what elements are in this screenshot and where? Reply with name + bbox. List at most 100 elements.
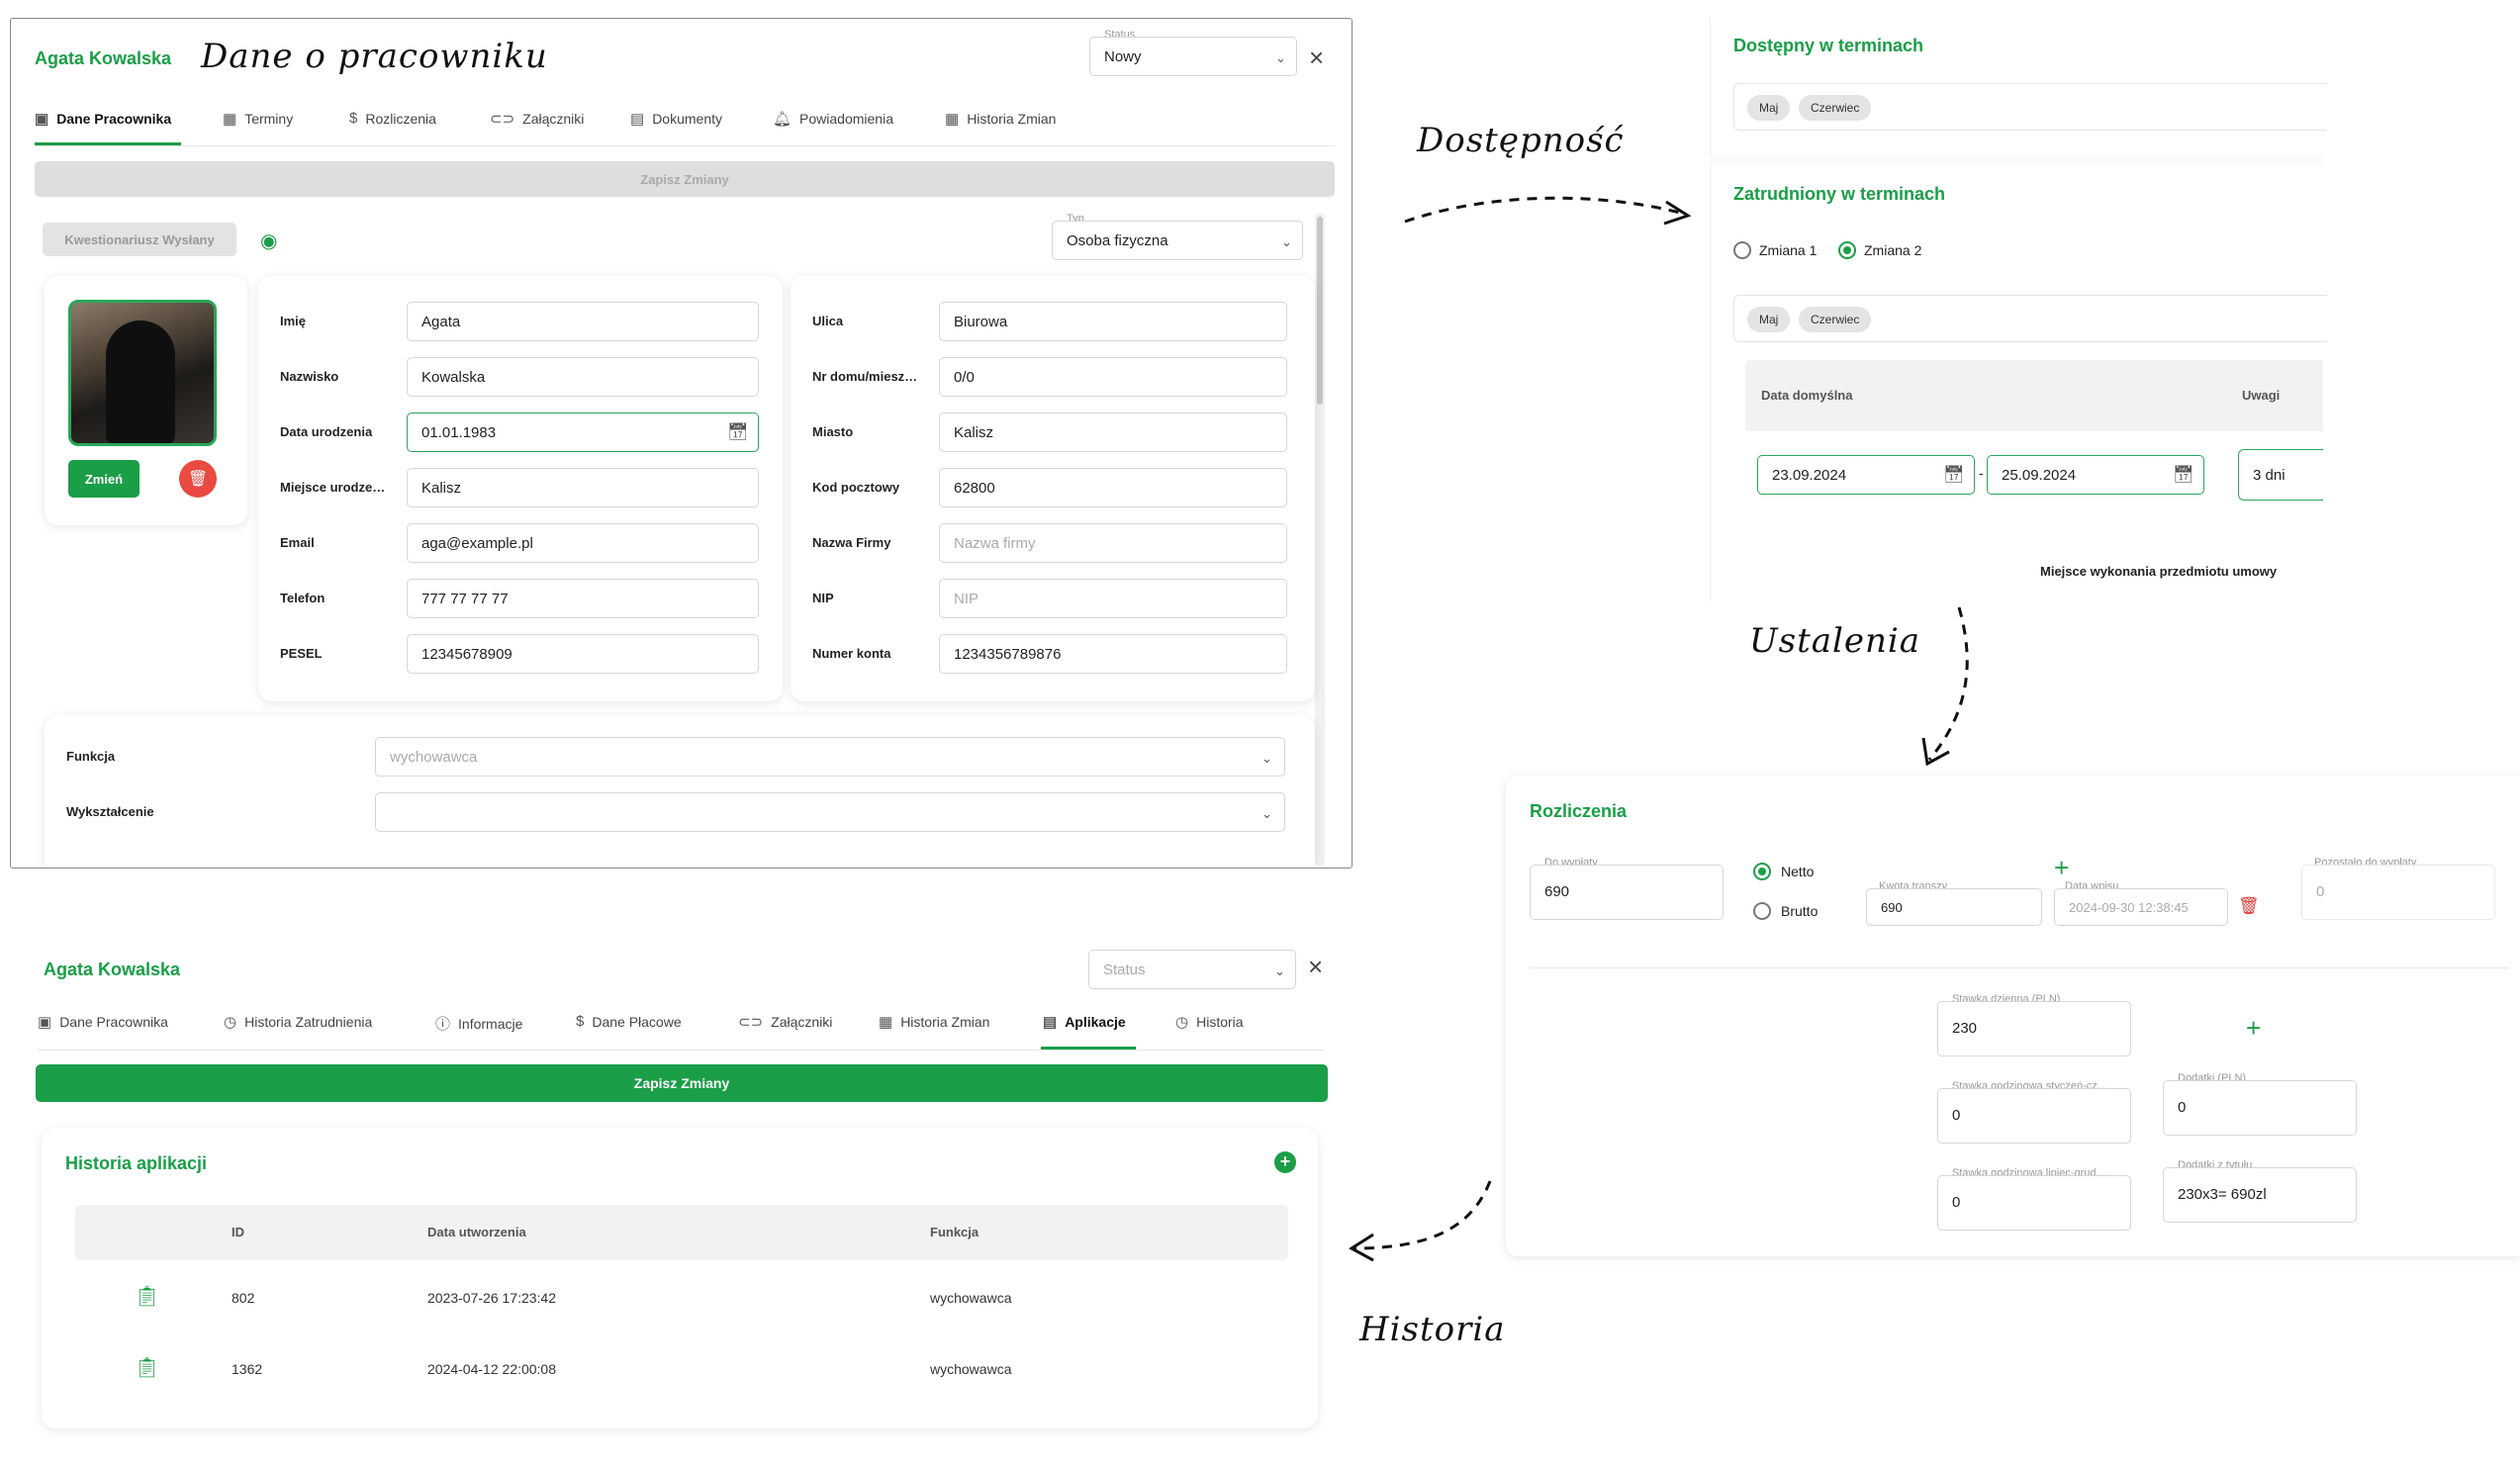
add-rate-icon[interactable]: + bbox=[2246, 1013, 2261, 1044]
shift2-radio[interactable]: Zmiana 2 bbox=[1838, 241, 1921, 259]
house-number-input[interactable]: 0/0 bbox=[939, 357, 1287, 397]
eye-icon[interactable]: ◉ bbox=[260, 229, 277, 253]
first-name-input[interactable]: Agata bbox=[407, 302, 759, 341]
history-card bbox=[42, 1128, 1318, 1428]
annotation-dostepnosc: Dostępność bbox=[1417, 121, 1625, 160]
bonus-title-input[interactable]: 230x3= 690zl bbox=[2163, 1167, 2357, 1223]
tab-terminy[interactable]: ▦ Terminy bbox=[223, 110, 293, 128]
tab-historia-zmian[interactable]: ▦ Historia Zmian bbox=[879, 1013, 989, 1031]
tab-label: Dane Płacowe bbox=[592, 1013, 682, 1030]
daily-rate-input[interactable]: 230 bbox=[1937, 1001, 2131, 1056]
birth-place-input[interactable]: Kalisz bbox=[407, 468, 759, 507]
calendar-icon[interactable]: 📅︎ bbox=[727, 422, 749, 442]
postal-code-input[interactable]: 62800 bbox=[939, 468, 1287, 507]
add-tranche-icon[interactable]: + bbox=[2054, 853, 2069, 883]
dog-silhouette bbox=[106, 321, 175, 443]
scrollbar-thumb[interactable] bbox=[1317, 217, 1323, 405]
field-label: Data urodzenia bbox=[280, 424, 373, 439]
calendar-icon[interactable]: 📅︎ bbox=[2173, 465, 2194, 485]
street-input[interactable]: Biurowa bbox=[939, 302, 1287, 341]
chip-czerwiec[interactable]: Czerwiec bbox=[1799, 95, 1872, 121]
divider bbox=[1710, 18, 1711, 601]
tab-label: Aplikacje bbox=[1065, 1014, 1126, 1030]
hourly-jan-input[interactable]: 0 bbox=[1937, 1088, 2131, 1144]
notes-input[interactable]: 3 dni bbox=[2238, 449, 2323, 501]
attachment-icon: ⊂⊃ bbox=[490, 111, 515, 128]
hourly-jul-input[interactable]: 0 bbox=[1937, 1175, 2131, 1231]
birth-date-input[interactable]: 01.01.1983 bbox=[407, 412, 759, 452]
history-status-select[interactable]: Status bbox=[1088, 950, 1296, 989]
add-application-button[interactable]: + bbox=[1274, 1151, 1296, 1173]
questionnaire-button[interactable]: Kwestionariusz Wysłany bbox=[43, 223, 236, 256]
place-label: Miejsce wykonania przedmiotu umowy bbox=[2040, 564, 2278, 579]
availability-panel: Dostępny w terminach Maj Czerwiec Zatrud… bbox=[1710, 18, 2327, 601]
tab-zalaczniki[interactable]: ⊂⊃ Załączniki bbox=[490, 110, 584, 128]
tab-dane-placowe[interactable]: $ Dane Płacowe bbox=[576, 1013, 682, 1030]
save-button[interactable]: Zapisz Zmiany bbox=[36, 1064, 1328, 1102]
radio-on bbox=[1753, 863, 1771, 880]
netto-radio[interactable]: Netto bbox=[1753, 863, 1814, 880]
tab-historia-zmian[interactable]: ▦ Historia Zmian bbox=[945, 110, 1056, 128]
city-input[interactable]: Kalisz bbox=[939, 412, 1287, 452]
date-from-input[interactable]: 23.09.2024 bbox=[1757, 455, 1975, 495]
brutto-radio[interactable]: Brutto bbox=[1753, 902, 1818, 920]
chip-maj[interactable]: Maj bbox=[1747, 95, 1791, 121]
account-number-input[interactable]: 1234356789876 bbox=[939, 634, 1287, 674]
tab-label: Informacje bbox=[458, 1015, 523, 1032]
tab-dokumenty[interactable]: ▤ Dokumenty bbox=[630, 110, 722, 128]
last-name-input[interactable]: Kowalska bbox=[407, 357, 759, 397]
chip-maj[interactable]: Maj bbox=[1747, 307, 1791, 332]
type-select[interactable]: Osoba fizyczna bbox=[1052, 221, 1303, 260]
annotation-historia: Historia bbox=[1359, 1310, 1506, 1349]
tab-label: Dane Pracownika bbox=[56, 111, 172, 127]
change-photo-button[interactable]: Zmień bbox=[68, 460, 140, 498]
date-to-input[interactable]: 25.09.2024 bbox=[1987, 455, 2204, 495]
tab-rozliczenia[interactable]: $ Rozliczenia bbox=[349, 110, 436, 127]
email-input[interactable]: aga@example.pl bbox=[407, 523, 759, 563]
annotation-dane: Dane o pracowniku bbox=[201, 37, 548, 76]
tab-dane-pracownika[interactable]: ▣ Dane Pracownika bbox=[38, 1013, 168, 1031]
payout-input[interactable]: 690 bbox=[1530, 865, 1724, 920]
row-date: 2024-04-12 22:00:08 bbox=[427, 1361, 556, 1377]
bonus-input[interactable]: 0 bbox=[2163, 1080, 2357, 1136]
tranche-input[interactable]: 690 bbox=[1866, 888, 2042, 926]
tab-aplikacje[interactable]: ▤ Aplikacje bbox=[1043, 1013, 1126, 1031]
calendar-icon[interactable]: 📅︎ bbox=[1943, 465, 1965, 485]
close-icon[interactable]: × bbox=[1309, 43, 1324, 73]
education-select[interactable] bbox=[375, 792, 1285, 832]
history-employee-name: Agata Kowalska bbox=[44, 960, 181, 979]
chip-czerwiec[interactable]: Czerwiec bbox=[1799, 307, 1872, 332]
phone-input[interactable]: 777 77 77 77 bbox=[407, 579, 759, 618]
pesel-input[interactable]: 12345678909 bbox=[407, 634, 759, 674]
chevron-down-icon: ⌄ bbox=[1261, 806, 1272, 821]
tabs-divider bbox=[35, 145, 1335, 146]
tab-dane-pracownika[interactable]: ▣ Dane Pracownika bbox=[35, 110, 171, 128]
col-id: ID bbox=[232, 1225, 244, 1239]
history-icon: ◷ bbox=[224, 1014, 237, 1031]
row-id: 802 bbox=[232, 1290, 255, 1306]
settlements-divider bbox=[1530, 967, 2509, 968]
status-select[interactable]: Nowy bbox=[1089, 37, 1297, 76]
remaining-input: 0 bbox=[2301, 865, 2495, 920]
tab-historia-zatrudnienia[interactable]: ◷ Historia Zatrudnienia bbox=[224, 1013, 372, 1031]
tab-zalaczniki[interactable]: ⊂⊃ Załączniki bbox=[738, 1013, 832, 1031]
shift1-radio[interactable]: Zmiana 1 bbox=[1733, 241, 1817, 259]
radio-off bbox=[1733, 241, 1751, 259]
view-application-icon[interactable]: 📋︎ bbox=[135, 1284, 159, 1309]
trash-icon[interactable]: 🗑︎ bbox=[2238, 896, 2260, 916]
nip-input[interactable]: NIP bbox=[939, 579, 1287, 618]
close-icon[interactable]: × bbox=[1308, 952, 1323, 982]
function-select[interactable]: wychowawca bbox=[375, 737, 1285, 777]
tab-informacje[interactable]: ⓘ Informacje bbox=[435, 1013, 522, 1034]
company-name-input[interactable]: Nazwa firmy bbox=[939, 523, 1287, 563]
chevron-down-icon: ⌄ bbox=[1274, 963, 1285, 978]
save-button-disabled[interactable]: Zapisz Zmiany bbox=[35, 161, 1335, 197]
history-icon: ◷ bbox=[1175, 1014, 1189, 1031]
delete-photo-button[interactable]: 🗑︎ bbox=[179, 460, 217, 498]
view-application-icon[interactable]: 📋︎ bbox=[135, 1355, 159, 1380]
tab-historia[interactable]: ◷ Historia bbox=[1175, 1013, 1244, 1031]
dollar-icon: $ bbox=[349, 110, 358, 127]
info-icon: ⓘ bbox=[435, 1016, 451, 1033]
history-panel: Agata Kowalska Status ⌄ × ▣ Dane Pracowni… bbox=[24, 930, 1340, 1444]
tab-powiadomienia[interactable]: 🔔︎ Powiadomienia bbox=[773, 110, 893, 128]
